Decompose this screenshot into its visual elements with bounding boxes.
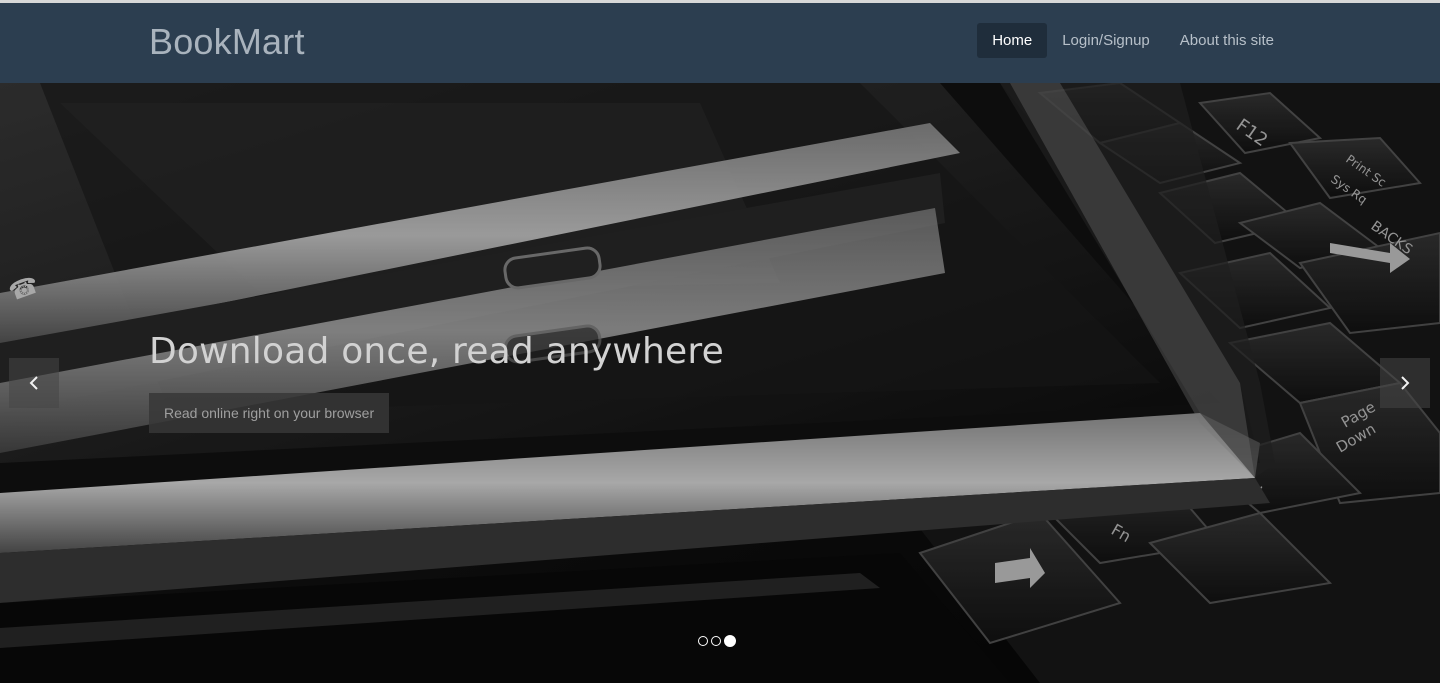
carousel-prev-button[interactable] [9, 358, 59, 408]
carousel-indicator-1[interactable] [698, 636, 708, 646]
nav-item-login-signup[interactable]: Login/Signup [1047, 23, 1165, 58]
chevron-left-icon [28, 375, 40, 391]
carousel-caption-title: Download once, read anywhere [149, 331, 724, 372]
hero-carousel: F12 Print Sc Sys Rq BACKS Page Down Fn n… [0, 83, 1440, 683]
brand-logo[interactable]: BookMart [149, 21, 305, 63]
carousel-indicator-2[interactable] [711, 636, 721, 646]
nav-item-home[interactable]: Home [977, 23, 1048, 58]
carousel-indicator-3[interactable] [724, 635, 736, 647]
chevron-right-icon [1399, 375, 1411, 391]
carousel-slide-image: F12 Print Sc Sys Rq BACKS Page Down Fn n… [0, 83, 1440, 683]
navbar: BookMart Home Login/Signup About this si… [0, 3, 1440, 83]
carousel-next-button[interactable] [1380, 358, 1430, 408]
carousel-caption-button[interactable]: Read online right on your browser [149, 393, 390, 433]
main-nav: Home Login/Signup About this site [977, 23, 1289, 58]
nav-item-about[interactable]: About this site [1165, 23, 1289, 58]
carousel-indicators [698, 635, 736, 647]
